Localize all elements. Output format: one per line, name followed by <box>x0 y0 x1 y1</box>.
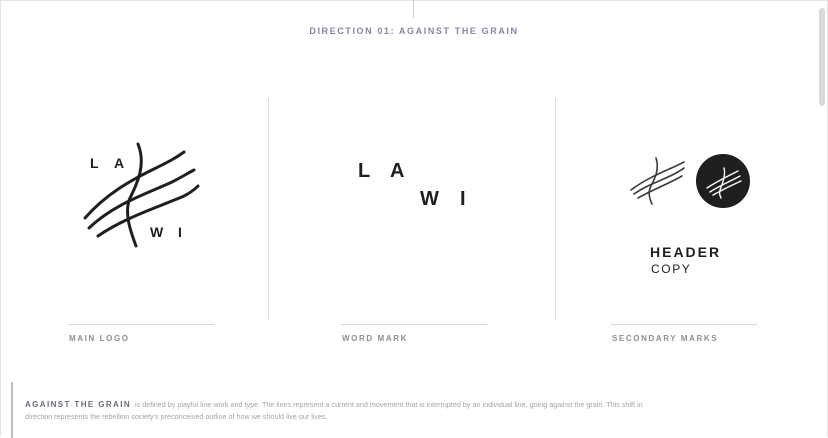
vertical-scrollbar[interactable] <box>819 8 825 106</box>
wordmark-letter-i: I <box>460 188 466 210</box>
column-divider <box>268 98 269 320</box>
secondary-line-mark <box>630 157 685 205</box>
caption-main-logo: MAIN LOGO <box>69 334 130 343</box>
logo-letter-i: I <box>178 224 182 240</box>
word-mark: L A W I <box>354 156 474 212</box>
secondary-header-text: HEADER <box>650 244 722 260</box>
column-divider <box>555 98 556 320</box>
wordmark-letter-a: A <box>390 160 405 182</box>
secondary-copy-text: COPY <box>651 262 692 276</box>
wordmark-letter-l: L <box>358 160 371 182</box>
main-logo: L A W I <box>76 138 206 250</box>
description-lead: AGAINST THE GRAIN <box>25 400 132 409</box>
description-accent-bar <box>11 382 13 438</box>
wordmark-letter-w: W <box>420 188 439 210</box>
top-divider-tick <box>413 0 414 18</box>
logo-letter-a: A <box>114 155 124 171</box>
logo-letter-w: W <box>150 224 164 240</box>
caption-secondary-marks: SECONDARY MARKS <box>612 334 719 343</box>
description-paragraph: AGAINST THE GRAIN is defined by playful … <box>25 399 665 423</box>
page-heading: DIRECTION 01: AGAINST THE GRAIN <box>309 26 519 36</box>
logo-letter-l: L <box>90 155 99 171</box>
secondary-marks <box>626 154 752 208</box>
caption-rule <box>68 324 214 325</box>
caption-rule <box>341 324 487 325</box>
caption-rule <box>611 324 757 325</box>
caption-word-mark: WORD MARK <box>342 334 408 343</box>
